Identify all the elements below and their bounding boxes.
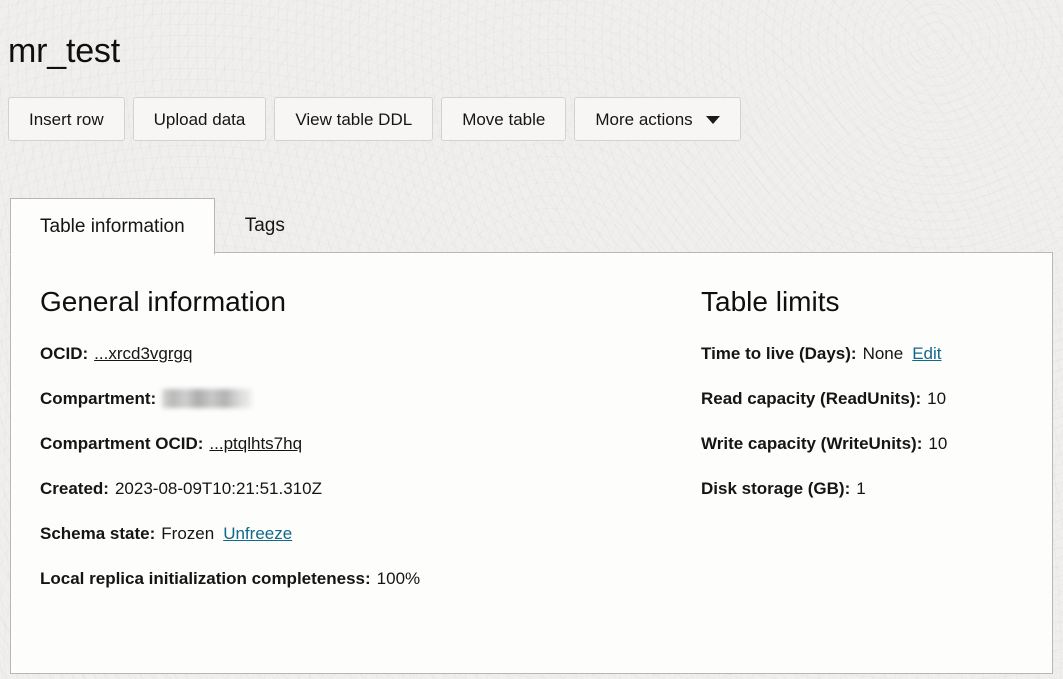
info-row-schema-state: Schema state: Frozen Unfreeze [40,523,660,545]
ocid-link[interactable]: ...xrcd3vgrgq [94,343,192,365]
info-row-write-capacity: Write capacity (WriteUnits): 10 [701,433,1031,455]
info-label-ocid: OCID: [40,344,89,363]
tab-table-information-label: Table information [40,215,185,237]
move-table-button-label: Move table [462,109,546,129]
info-row-disk-storage: Disk storage (GB): 1 [701,478,1031,500]
table-details-page: mr_test Insert row Upload data View tabl… [0,0,1063,679]
info-row-compartment-ocid: Compartment OCID: ...ptqlhts7hq [40,433,660,455]
view-table-ddl-button-label: View table DDL [295,109,413,129]
insert-row-button[interactable]: Insert row [8,97,125,141]
page-title: mr_test [8,31,120,70]
table-limits-section: Table limits Time to live (Days): None E… [701,285,1031,523]
info-label-created: Created: [40,479,109,498]
more-actions-button[interactable]: More actions [574,97,741,141]
view-table-ddl-button[interactable]: View table DDL [274,97,434,141]
table-information-panel: General information OCID: ...xrcd3vgrgq … [10,252,1053,674]
insert-row-button-label: Insert row [29,109,104,129]
compartment-value-redacted [162,388,253,408]
info-label-compartment-ocid: Compartment OCID: [40,434,204,453]
info-label-disk-storage: Disk storage (GB): [701,479,851,498]
info-label-read-capacity: Read capacity (ReadUnits): [701,389,922,408]
info-row-ocid: OCID: ...xrcd3vgrgq [40,343,660,365]
compartment-ocid-link[interactable]: ...ptqlhts7hq [209,433,302,455]
tab-tags-label: Tags [244,215,285,236]
general-information-section: General information OCID: ...xrcd3vgrgq … [40,285,660,613]
info-row-time-to-live: Time to live (Days): None Edit [701,343,1031,365]
upload-data-button[interactable]: Upload data [132,97,267,141]
edit-time-to-live-link[interactable]: Edit [912,343,941,365]
upload-data-button-label: Upload data [153,109,246,129]
info-row-read-capacity: Read capacity (ReadUnits): 10 [701,388,1031,410]
local-replica-completeness-value: 100% [376,569,421,588]
read-capacity-value: 10 [927,389,947,408]
info-row-created: Created: 2023-08-09T10:21:51.310Z [40,478,660,500]
write-capacity-value: 10 [928,434,948,453]
more-actions-button-label: More actions [595,109,693,129]
info-row-compartment: Compartment: [40,388,660,410]
info-label-write-capacity: Write capacity (WriteUnits): [701,434,923,453]
table-limits-heading: Table limits [701,286,840,317]
disk-storage-value: 1 [856,479,866,498]
tab-strip: Table information Tags [10,196,1053,255]
info-row-local-replica-completeness: Local replica initialization completenes… [40,568,660,590]
general-information-heading: General information [40,286,286,317]
info-label-compartment: Compartment: [40,389,157,408]
move-table-button[interactable]: Move table [441,97,567,141]
info-label-local-replica-completeness: Local replica initialization completenes… [40,569,371,588]
schema-state-value: Frozen [161,524,215,543]
info-label-time-to-live: Time to live (Days): [701,344,857,363]
action-toolbar: Insert row Upload data View table DDL Mo… [8,97,741,141]
created-value: 2023-08-09T10:21:51.310Z [114,479,322,498]
chevron-down-icon [705,116,720,124]
time-to-live-value: None [862,344,904,363]
unfreeze-link[interactable]: Unfreeze [223,523,292,545]
info-label-schema-state: Schema state: [40,524,156,543]
tab-tags[interactable]: Tags [215,197,315,254]
tab-table-information[interactable]: Table information [10,198,215,255]
